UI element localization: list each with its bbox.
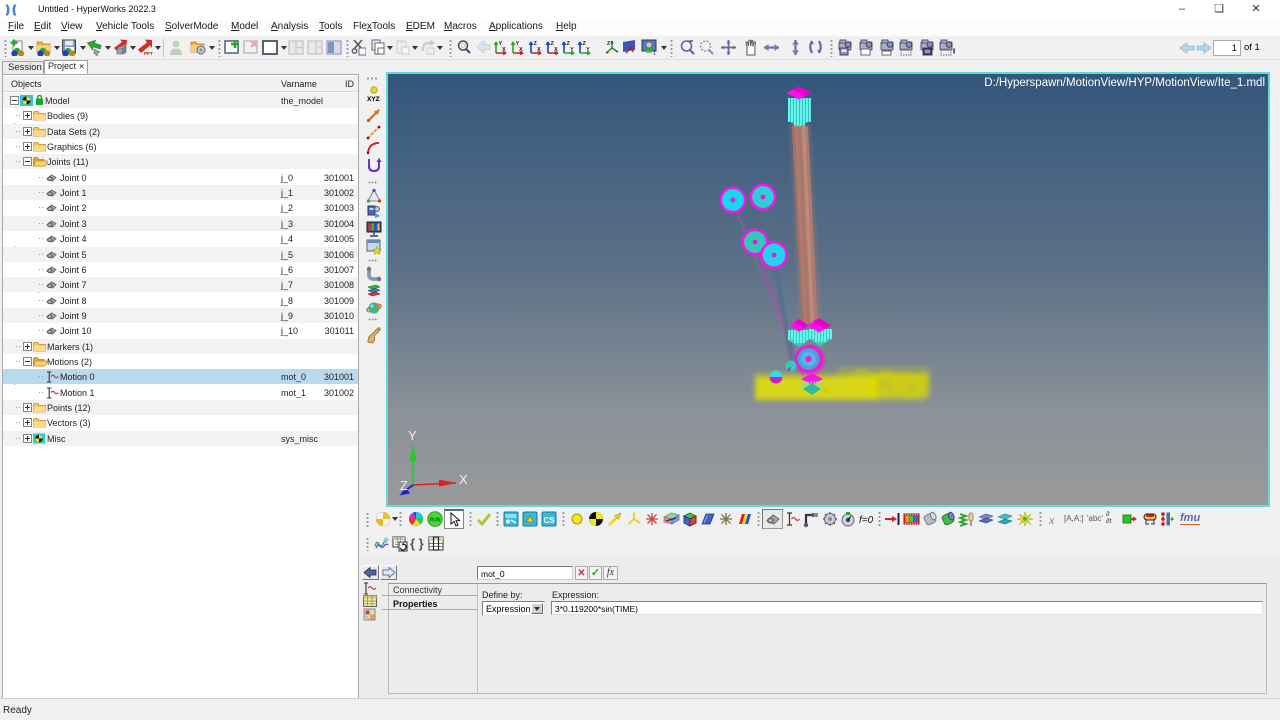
svg-text:x: x (1048, 513, 1055, 527)
svg-text:X: X (519, 47, 523, 53)
svg-text:Z: Z (607, 41, 610, 47)
svg-text:1: 1 (653, 51, 656, 56)
svg-text:X: X (537, 47, 541, 53)
svg-text:X: X (554, 47, 558, 53)
svg-text:X: X (502, 47, 506, 53)
svg-text:Y: Y (586, 47, 590, 53)
svg-text:X: X (459, 472, 468, 487)
svg-text:CS: CS (544, 516, 556, 525)
svg-text:f=0: f=0 (859, 515, 874, 526)
svg-text:PPT: PPT (144, 51, 153, 56)
svg-text:Y: Y (570, 47, 574, 53)
svg-text:Y: Y (408, 428, 417, 443)
svg-text:Z: Z (400, 478, 408, 493)
svg-text:RUN: RUN (430, 518, 441, 524)
svg-text:XYZ: XYZ (367, 96, 380, 103)
